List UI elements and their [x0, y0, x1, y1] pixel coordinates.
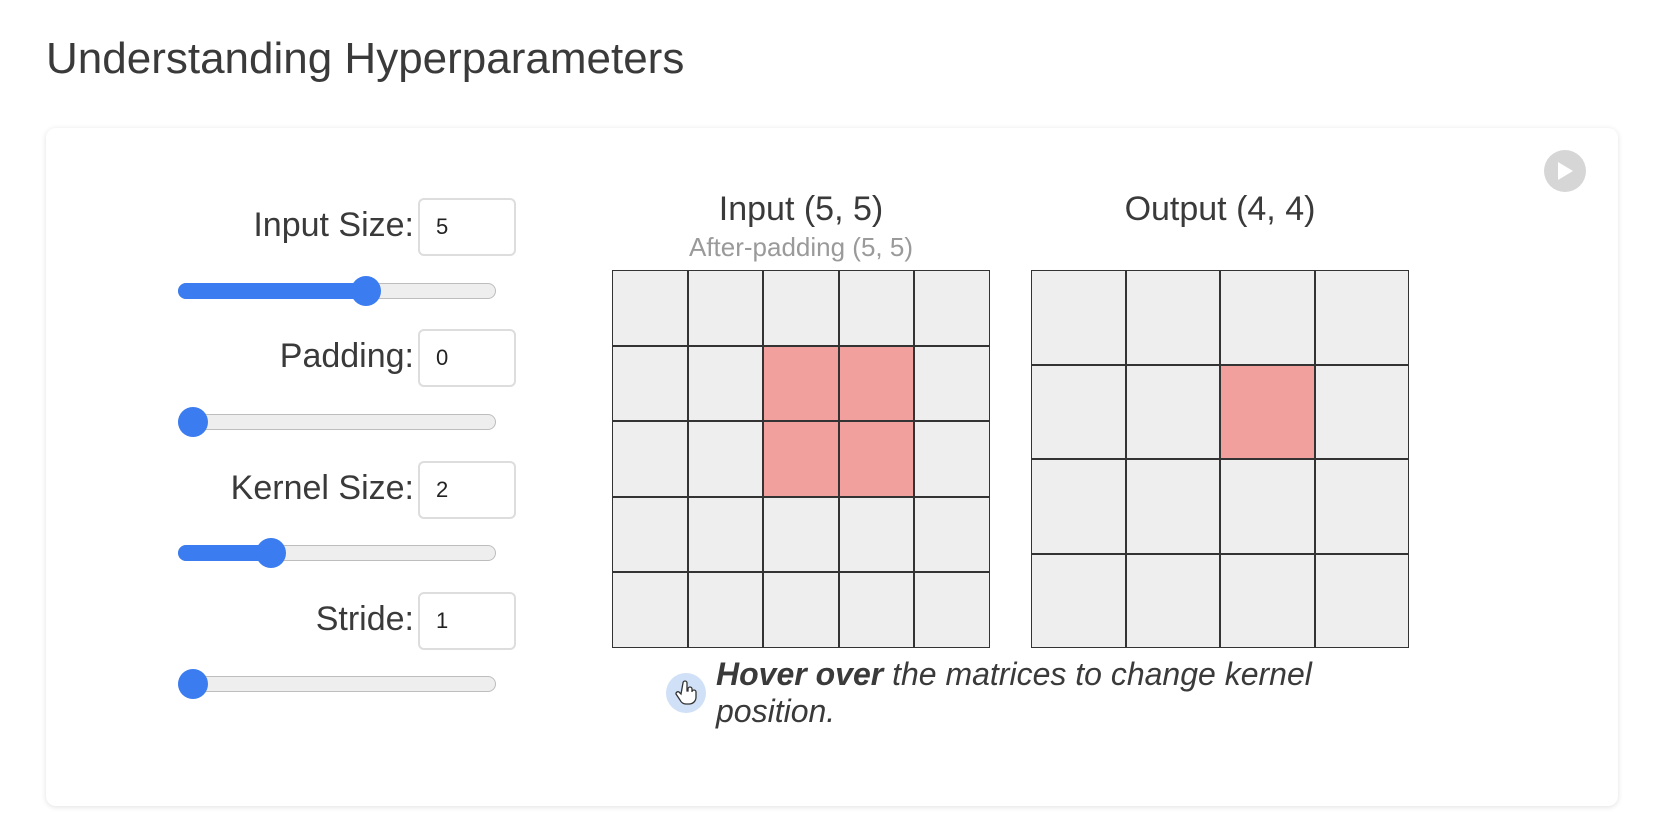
control-kernel-size: Kernel Size: — [46, 461, 566, 521]
matrix-cell[interactable] — [839, 573, 914, 647]
hint-text: Hover over the matrices to change kernel… — [666, 656, 1426, 729]
matrix-cell[interactable] — [1032, 554, 1125, 647]
matrix-cell[interactable] — [915, 573, 989, 647]
stride-field[interactable] — [418, 592, 516, 650]
matrix-cell[interactable] — [1221, 460, 1314, 553]
matrix-cell[interactable] — [1315, 365, 1408, 458]
matrix-cell[interactable] — [1315, 460, 1408, 553]
matrix-cell[interactable] — [1032, 460, 1125, 553]
matrix-cell[interactable] — [1315, 271, 1408, 364]
matrix-cell[interactable] — [839, 271, 914, 345]
matrix-cell[interactable] — [1315, 554, 1408, 647]
matrix-cell[interactable] — [764, 573, 838, 647]
output-matrix[interactable] — [1031, 270, 1409, 648]
kernel-size-slider-thumb[interactable] — [255, 538, 286, 568]
matrix-cell[interactable] — [1126, 554, 1219, 647]
matrix-cell[interactable] — [688, 497, 763, 572]
matrix-cell[interactable] — [1221, 365, 1314, 458]
padding-slider-thumb[interactable] — [178, 407, 208, 437]
input-size-label: Input Size: — [253, 206, 414, 244]
input-size-field[interactable] — [418, 198, 516, 256]
matrix-cell[interactable] — [688, 271, 763, 345]
hand-pointer-icon — [666, 673, 706, 713]
matrix-cell[interactable] — [1126, 365, 1219, 458]
stride-slider-thumb[interactable] — [178, 669, 208, 699]
output-matrix-title: Output (4, 4) — [1124, 190, 1316, 228]
kernel-size-label: Kernel Size: — [230, 469, 414, 507]
matrix-cell[interactable] — [764, 271, 838, 345]
kernel-size-slider[interactable] — [178, 538, 496, 568]
hyperparameter-widget: Input Size: Padding: Kernel Size: Stride… — [46, 128, 1618, 806]
matrix-cell[interactable] — [764, 346, 838, 421]
matrix-cell[interactable] — [915, 422, 989, 496]
input-matrix[interactable] — [612, 270, 990, 648]
matrix-cell[interactable] — [764, 422, 838, 496]
control-input-size: Input Size: — [46, 198, 566, 258]
matrix-cell[interactable] — [688, 573, 763, 647]
matrix-cell[interactable] — [839, 497, 914, 572]
matrix-cell[interactable] — [613, 573, 687, 647]
matrix-cell[interactable] — [688, 422, 763, 496]
input-size-slider-thumb[interactable] — [350, 276, 381, 306]
matrix-cell[interactable] — [613, 497, 687, 572]
kernel-size-field[interactable] — [418, 461, 516, 519]
matrix-cell[interactable] — [613, 271, 687, 345]
input-matrix-subtitle: After-padding (5, 5) — [688, 232, 913, 262]
padding-field[interactable] — [418, 329, 516, 387]
stride-label: Stride: — [315, 600, 414, 638]
play-button[interactable] — [1544, 150, 1586, 192]
matrix-cell[interactable] — [613, 422, 687, 496]
matrix-cell[interactable] — [839, 422, 914, 496]
matrix-cell[interactable] — [764, 497, 838, 572]
play-icon — [1558, 162, 1573, 180]
stride-slider[interactable] — [178, 669, 496, 699]
matrix-cell[interactable] — [1221, 271, 1314, 364]
padding-slider[interactable] — [178, 407, 496, 437]
padding-label: Padding: — [279, 337, 414, 375]
matrix-cell[interactable] — [1032, 365, 1125, 458]
hint-bold: Hover over — [716, 656, 884, 692]
control-stride: Stride: — [46, 592, 566, 652]
matrix-cell[interactable] — [613, 346, 687, 421]
matrix-cell[interactable] — [839, 346, 914, 421]
matrix-cell[interactable] — [1126, 271, 1219, 364]
matrix-cell[interactable] — [915, 346, 989, 421]
page-title: Understanding Hyperparameters — [46, 34, 685, 83]
matrix-cell[interactable] — [1032, 271, 1125, 364]
matrix-cell[interactable] — [915, 271, 989, 345]
control-padding: Padding: — [46, 329, 566, 389]
input-size-slider[interactable] — [178, 276, 496, 306]
input-matrix-title: Input (5, 5) — [718, 190, 884, 228]
matrix-cell[interactable] — [1221, 554, 1314, 647]
matrix-cell[interactable] — [1126, 460, 1219, 553]
matrix-cell[interactable] — [688, 346, 763, 421]
matrix-cell[interactable] — [915, 497, 989, 572]
